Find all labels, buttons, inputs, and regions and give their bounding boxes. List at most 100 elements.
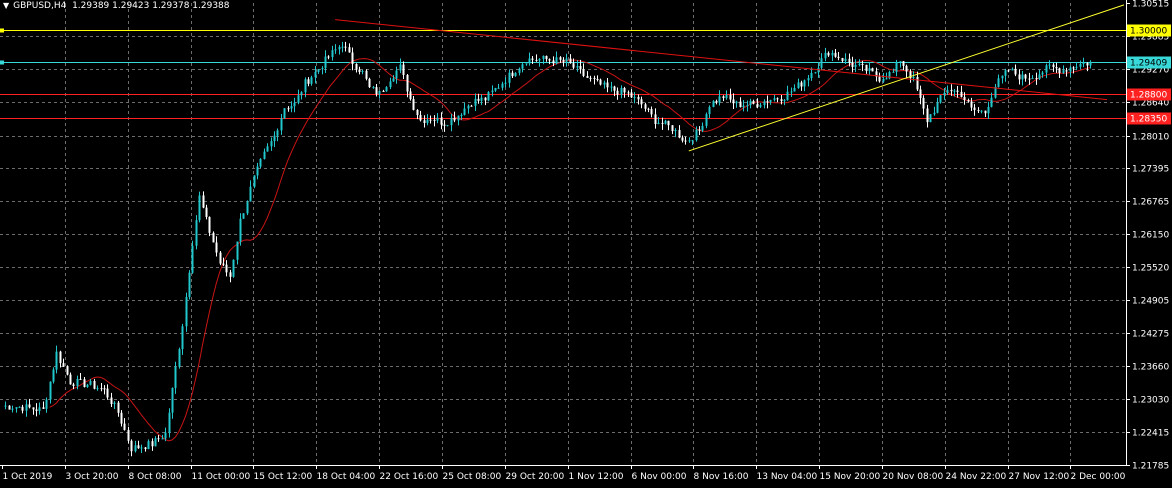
candle-body xyxy=(287,108,290,110)
candle-body xyxy=(1031,78,1034,80)
chart-canvas[interactable]: 1.305151.298851.292701.286401.280101.273… xyxy=(0,0,1172,488)
candle-body xyxy=(327,56,330,58)
candle-body xyxy=(338,47,341,50)
candle-body xyxy=(841,58,844,61)
candle-body xyxy=(1035,78,1038,80)
candle-body xyxy=(259,158,262,167)
candle-body xyxy=(637,96,640,100)
candle-body xyxy=(123,423,126,430)
candle-body xyxy=(1038,74,1041,80)
candle-body xyxy=(514,72,517,77)
candle-body xyxy=(69,374,72,385)
candle-body xyxy=(32,407,35,410)
triangle-down-icon[interactable]: ▼ xyxy=(3,1,9,10)
candle-body xyxy=(715,101,718,103)
candle-body xyxy=(161,438,164,440)
candle-body xyxy=(858,64,861,66)
candle-body xyxy=(249,186,252,202)
candle-body xyxy=(72,384,75,386)
candle-body xyxy=(8,405,11,410)
candle-body xyxy=(610,86,613,88)
candle-body xyxy=(433,119,436,121)
candle-body xyxy=(654,114,657,125)
candle-body xyxy=(718,96,721,103)
candle-body xyxy=(147,441,150,450)
candle-body xyxy=(426,119,429,124)
candle-body xyxy=(661,122,664,124)
candle-body xyxy=(236,241,239,260)
time-tick-label: 1 Nov 12:00 xyxy=(569,472,624,482)
candle-body xyxy=(729,94,732,100)
candle-body xyxy=(800,82,803,87)
candle-body xyxy=(613,86,616,91)
candle-body xyxy=(270,141,273,147)
candle-body xyxy=(28,404,31,408)
trendline-red[interactable] xyxy=(335,19,1108,101)
candle-body xyxy=(79,378,82,380)
level-handle[interactable] xyxy=(0,28,4,33)
trendline-yellow[interactable] xyxy=(688,4,1125,152)
candle-body xyxy=(576,65,579,68)
ohlc-readout: 1.29389 1.29423 1.29378 1.29388 xyxy=(72,1,230,11)
candle-body xyxy=(885,78,888,80)
candle-body xyxy=(474,98,477,106)
price-chart[interactable]: 1.30515 1.29885 1.29270 1.28640 1.28010 1.273… xyxy=(0,0,1172,488)
time-tick-label: 20 Nov 08:00 xyxy=(883,472,944,482)
candle-body xyxy=(253,175,256,187)
candle-body xyxy=(290,106,293,109)
candle-body xyxy=(644,104,647,109)
candle-body xyxy=(321,68,324,70)
candle-body xyxy=(205,207,208,217)
candle-body xyxy=(358,69,361,72)
candle-body xyxy=(416,109,419,116)
level-handle[interactable] xyxy=(0,60,4,65)
candle-body xyxy=(606,82,609,88)
chart-grid xyxy=(0,3,1126,465)
candle-body xyxy=(620,87,623,95)
candle-body xyxy=(984,110,987,114)
candle-body xyxy=(735,101,738,104)
candle-body xyxy=(83,379,86,387)
candle-body xyxy=(521,64,524,69)
candle-body xyxy=(844,58,847,61)
candle-body xyxy=(195,220,198,246)
candle-body xyxy=(1004,70,1007,76)
candle-body xyxy=(756,103,759,107)
candle-body xyxy=(831,52,834,56)
candle-body xyxy=(412,99,415,110)
candle-body xyxy=(419,115,422,121)
candle-body xyxy=(814,72,817,74)
candle-body xyxy=(324,56,327,69)
candle-body xyxy=(640,99,643,105)
candle-body xyxy=(929,114,932,123)
candle-body xyxy=(953,90,956,92)
candle-body xyxy=(440,117,443,125)
candle-body xyxy=(86,384,89,387)
candle-body xyxy=(623,87,626,93)
candle-body xyxy=(630,92,633,98)
horizontal-levels[interactable] xyxy=(0,28,1126,119)
candle-body xyxy=(219,252,222,264)
candle-body xyxy=(25,404,28,411)
candle-body xyxy=(681,137,684,141)
candle-body xyxy=(793,88,796,92)
time-tick-label: 13 Nov 04:00 xyxy=(757,472,818,482)
candle-body xyxy=(848,58,851,63)
candle-body xyxy=(372,87,375,89)
candle-body xyxy=(395,70,398,79)
candle-body xyxy=(130,440,133,452)
candle-body xyxy=(705,114,708,126)
candle-body xyxy=(15,407,18,409)
candle-body xyxy=(188,272,191,298)
level-price-tag-label: 1.28800 xyxy=(1130,91,1167,101)
candle-body xyxy=(202,195,205,208)
candle-body xyxy=(596,78,599,80)
candle-body xyxy=(222,263,225,265)
candle-body xyxy=(208,216,211,233)
candle-body xyxy=(1082,63,1085,65)
candle-body xyxy=(1052,64,1055,67)
candle-body xyxy=(912,76,915,79)
symbol-label: GBPUSD,H4 xyxy=(13,1,67,11)
candle-body xyxy=(185,297,188,327)
candle-body xyxy=(878,76,881,82)
